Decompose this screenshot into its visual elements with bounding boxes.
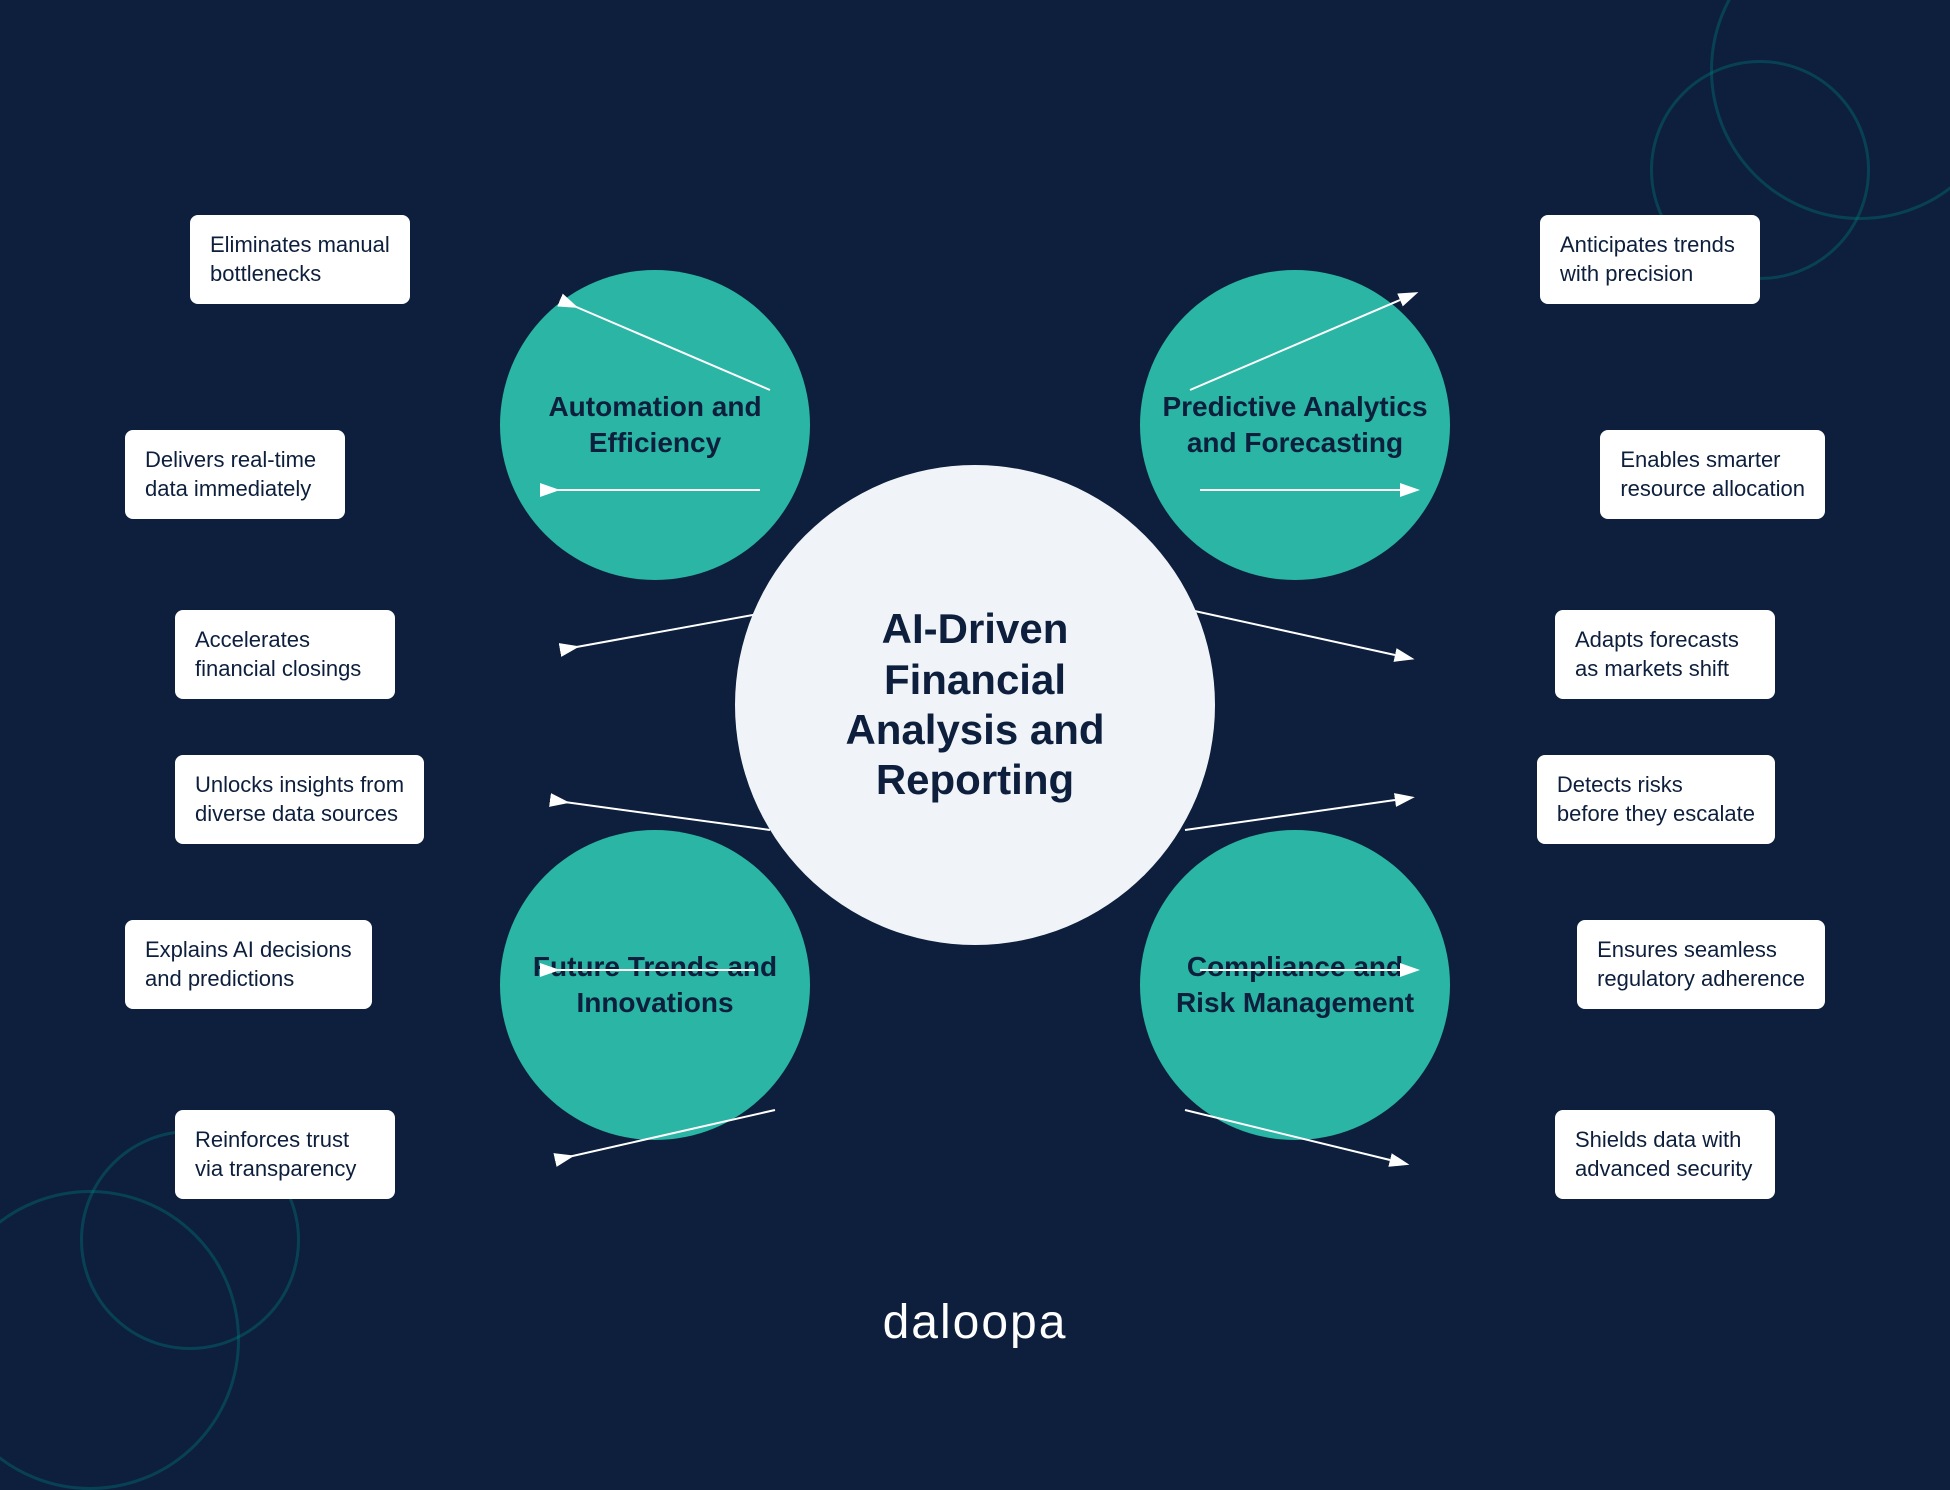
satellite-automation-label: Automation andEfficiency (528, 369, 781, 482)
box-explains-text: Explains AI decisionsand predictions (145, 937, 352, 991)
box-adapts-text: Adapts forecastsas markets shift (1575, 627, 1739, 681)
box-shields-text: Shields data withadvanced security (1575, 1127, 1752, 1181)
box-reinforces-text: Reinforces trustvia transparency (195, 1127, 356, 1181)
box-enables-text: Enables smarterresource allocation (1620, 447, 1805, 501)
box-accelerates-text: Acceleratesfinancial closings (195, 627, 361, 681)
box-anticipates: Anticipates trendswith precision (1540, 215, 1760, 304)
logo-text: daloopa (883, 1296, 1068, 1349)
satellite-compliance: Compliance andRisk Management (1140, 830, 1450, 1140)
box-ensures-text: Ensures seamlessregulatory adherence (1597, 937, 1805, 991)
satellite-predictive: Predictive Analyticsand Forecasting (1140, 270, 1450, 580)
center-title: AI-DrivenFinancialAnalysis andReporting (825, 584, 1124, 826)
box-unlocks-text: Unlocks insights fromdiverse data source… (195, 772, 404, 826)
box-reinforces: Reinforces trustvia transparency (175, 1110, 395, 1199)
satellite-future-label: Future Trends andInnovations (513, 929, 797, 1042)
box-adapts: Adapts forecastsas markets shift (1555, 610, 1775, 699)
box-realtime-text: Delivers real-timedata immediately (145, 447, 316, 501)
box-shields: Shields data withadvanced security (1555, 1110, 1775, 1199)
box-detects-text: Detects risksbefore they escalate (1557, 772, 1755, 826)
box-unlocks: Unlocks insights fromdiverse data source… (175, 755, 424, 844)
box-enables: Enables smarterresource allocation (1600, 430, 1825, 519)
satellite-compliance-label: Compliance andRisk Management (1156, 929, 1434, 1042)
box-anticipates-text: Anticipates trendswith precision (1560, 232, 1735, 286)
box-eliminates: Eliminates manualbottlenecks (190, 215, 410, 304)
box-detects: Detects risksbefore they escalate (1537, 755, 1775, 844)
center-circle: AI-DrivenFinancialAnalysis andReporting (735, 465, 1215, 945)
box-accelerates: Acceleratesfinancial closings (175, 610, 395, 699)
box-realtime: Delivers real-timedata immediately (125, 430, 345, 519)
deco-circle-bottom-left-outer (0, 1190, 240, 1490)
main-diagram: AI-DrivenFinancialAnalysis andReporting … (0, 0, 1950, 1410)
box-ensures: Ensures seamlessregulatory adherence (1577, 920, 1825, 1009)
satellite-future: Future Trends andInnovations (500, 830, 810, 1140)
satellite-automation: Automation andEfficiency (500, 270, 810, 580)
deco-circle-top-right-outer (1710, 0, 1950, 220)
box-explains: Explains AI decisionsand predictions (125, 920, 372, 1009)
satellite-predictive-label: Predictive Analyticsand Forecasting (1142, 369, 1447, 482)
box-eliminates-text: Eliminates manualbottlenecks (210, 232, 390, 286)
daloopa-logo: daloopa (883, 1295, 1068, 1350)
